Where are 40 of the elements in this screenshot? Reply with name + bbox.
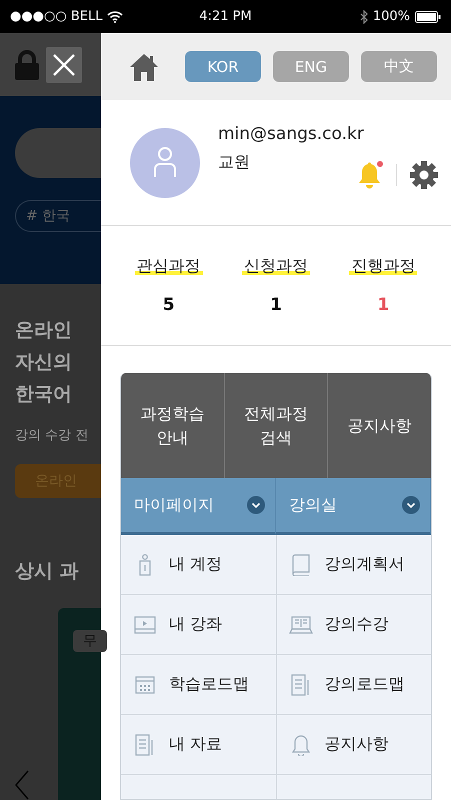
description-text: 강의 수강 전: [15, 427, 90, 444]
chevron-down-icon: [247, 496, 265, 514]
menu-item[interactable]: 강의수강: [276, 595, 431, 655]
battery-text: 100%: [372, 9, 410, 24]
laptop-icon: [288, 616, 312, 634]
avatar-icon: [130, 128, 200, 198]
menu-item[interactable]: 내 강좌: [121, 595, 276, 655]
settings-icon[interactable]: [409, 160, 439, 190]
email-text: min@sangs.co.kr: [218, 124, 365, 144]
role-text: 교원: [218, 152, 250, 172]
home-icon[interactable]: [129, 52, 159, 80]
menu-item[interactable]: 공지사항: [276, 715, 431, 775]
headline-text: 온라인 자신의 한국어: [15, 318, 73, 407]
menu-button[interactable]: 과정학습 안내: [121, 373, 225, 478]
close-button[interactable]: [46, 46, 82, 83]
bell-icon[interactable]: [356, 160, 384, 190]
count-value: 1: [377, 295, 390, 315]
section-title: 마이페이지: [134, 494, 214, 516]
bluetooth-icon: [360, 10, 368, 24]
menu-item[interactable]: 학습로드맵: [121, 655, 276, 715]
lock-icon: [14, 50, 40, 80]
calendar-icon: [133, 676, 157, 694]
count-label[interactable]: 진행과정: [349, 256, 418, 277]
clock-text: 4:21 PM: [199, 9, 252, 24]
menu-item[interactable]: 강의로드맵: [276, 655, 431, 715]
section-title: 상시 과: [15, 559, 80, 584]
video-icon: [133, 616, 157, 634]
count-value: 5: [162, 295, 175, 315]
menu-item[interactable]: 내 자료: [121, 715, 276, 775]
section-title: 강의실: [289, 494, 337, 516]
close-icon: [52, 52, 76, 77]
chevron-down-icon: [402, 496, 420, 514]
menu-item[interactable]: 내 계정: [121, 535, 276, 595]
battery-icon: [414, 10, 441, 22]
wifi-icon: [107, 10, 124, 22]
count-label[interactable]: 신청과정: [242, 256, 310, 277]
count-label[interactable]: 관심과정: [134, 256, 203, 277]
menu-item[interactable]: 강의계획서: [276, 535, 431, 595]
carrier-text: ●●●○○ BELL: [10, 9, 102, 24]
count-value: 1: [270, 295, 282, 315]
